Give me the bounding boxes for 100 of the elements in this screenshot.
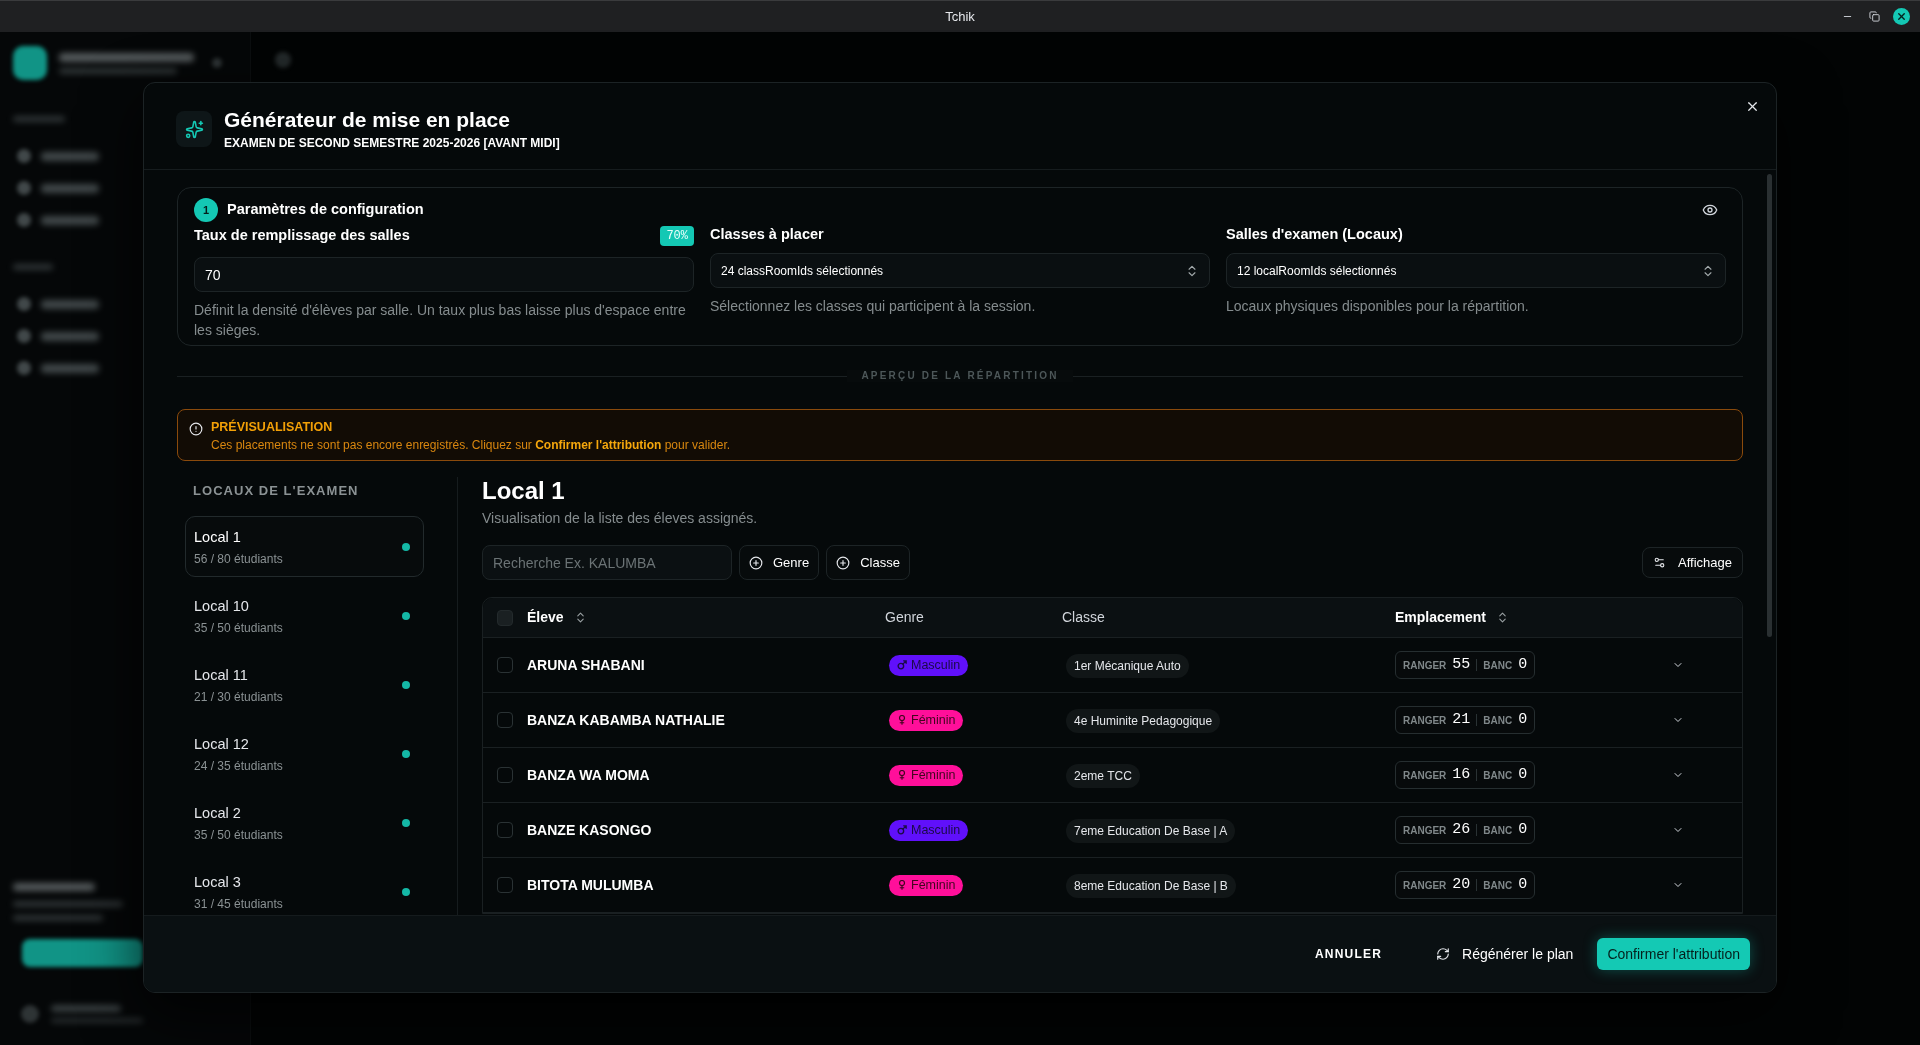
male-symbol-icon	[897, 825, 907, 835]
notice-message: Ces placements ne sont pas encore enregistrés. Cliquez sur Confirmer l'attribution pour valider.	[211, 437, 731, 453]
restore-icon	[1869, 11, 1880, 22]
blurred-text	[41, 151, 99, 161]
room-count: 35 / 50 étudiants	[194, 827, 283, 842]
blurred-icon	[17, 213, 31, 227]
field-label: Classes à placer	[710, 225, 825, 244]
room-count: 21 / 30 étudiants	[194, 689, 283, 704]
blurred-icon	[275, 52, 291, 68]
room-name: Local 2	[194, 803, 242, 822]
row-label: RANGER	[1403, 823, 1447, 838]
gender-badge: Masculin	[889, 654, 969, 676]
blurred-text	[41, 183, 99, 193]
scrollbar[interactable]	[1767, 174, 1772, 637]
room-name: Local 3	[194, 872, 242, 891]
close-button[interactable]	[1893, 8, 1910, 25]
gender-badge: Féminin	[889, 709, 964, 731]
plus-circle-icon	[836, 555, 851, 570]
class-tag: 8eme Education De Base | B	[1066, 873, 1236, 898]
fill-rate-input[interactable]: 70	[194, 257, 694, 292]
refresh-icon	[1436, 947, 1451, 961]
dialog-subtitle: EXAMEN DE SECOND SEMESTRE 2025-2026 [AVANT MIDI]	[224, 135, 560, 151]
bench-number: 0	[1518, 709, 1528, 730]
confirm-button[interactable]: Confirmer l'attribution	[1597, 938, 1750, 970]
logo-icon	[13, 46, 47, 80]
checkbox[interactable]	[497, 657, 513, 673]
blurred-text	[41, 215, 99, 225]
gender-badge: Masculin	[889, 819, 969, 841]
help-text: Sélectionnez les classes qui participent à la session.	[710, 297, 1037, 316]
filter-button[interactable]: Classe	[826, 545, 910, 580]
step-number: 1	[194, 198, 218, 222]
blurred-button[interactable]	[22, 939, 143, 967]
room-name: Local 10	[194, 596, 250, 615]
room-item[interactable]: Local 2 35 / 50 étudiants	[185, 792, 424, 853]
help-text: Locaux physiques disponibles pour la répartition.	[1226, 297, 1530, 316]
blurred-icon	[17, 149, 31, 163]
female-symbol-icon	[897, 880, 907, 890]
plus-circle-icon	[749, 555, 763, 570]
blurred-icon	[212, 58, 222, 68]
blurred-text	[41, 299, 99, 309]
display-button[interactable]: Affichage	[1642, 547, 1743, 578]
class-tag: 2eme TCC	[1066, 763, 1140, 788]
student-name: ARUNA SHABANI	[527, 655, 646, 675]
checkbox[interactable]	[497, 877, 513, 893]
column-header: Genre	[885, 608, 924, 627]
checkbox[interactable]	[497, 609, 513, 626]
row-number: 21	[1452, 709, 1471, 730]
blurred-icon	[17, 361, 31, 375]
class-tag: 1er Mécanique Auto	[1066, 653, 1189, 678]
female-symbol-icon	[897, 715, 907, 725]
class-tag: 4e Huminite Pedagogique	[1066, 708, 1221, 733]
column-header[interactable]: Éleve	[527, 607, 564, 628]
room-title: Local 1	[482, 477, 566, 505]
bench-number: 0	[1518, 819, 1528, 840]
student-name: BITOTA MULUMBA	[527, 875, 655, 895]
multi-select[interactable]: 12 localRoomIds sélectionnés	[1226, 253, 1726, 288]
row-label: RANGER	[1403, 878, 1447, 893]
blurred-text	[41, 331, 99, 341]
checkbox[interactable]	[497, 822, 513, 838]
rooms-heading: LOCAUX DE L'EXAMEN	[192, 483, 360, 499]
room-item[interactable]: Local 12 24 / 35 étudiants	[185, 723, 424, 784]
room-item[interactable]: Local 10 35 / 50 étudiants	[185, 585, 424, 646]
room-count: 56 / 80 étudiants	[194, 551, 283, 566]
restore-button[interactable]	[1866, 8, 1883, 25]
regenerate-button[interactable]: Régénérer le plan	[1426, 938, 1584, 970]
section-title: Paramètres de configuration	[227, 200, 424, 220]
room-item[interactable]: Local 1 56 / 80 étudiants	[185, 516, 424, 577]
bench-number: 0	[1518, 764, 1528, 785]
filter-button[interactable]: Genre	[739, 545, 820, 580]
sliders-icon	[1653, 556, 1667, 569]
search-field[interactable]: Recherche Ex. KALUMBA	[482, 545, 732, 580]
blurred-icon	[17, 181, 31, 195]
blurred-text	[51, 1005, 121, 1012]
blurred-icon	[17, 329, 31, 343]
room-name: Local 1	[194, 527, 242, 546]
blurred-text	[13, 264, 53, 270]
field-label: Taux de remplissage des salles	[194, 226, 410, 246]
cancel-button[interactable]: ANNULER	[1305, 938, 1393, 970]
dialog-title: Générateur de mise en place	[224, 107, 511, 133]
room-count: 35 / 50 étudiants	[194, 620, 283, 635]
alert-icon	[189, 422, 203, 436]
percentage-badge: 70%	[660, 226, 694, 246]
room-item[interactable]: Local 11 21 / 30 étudiants	[185, 654, 424, 715]
field-label: Salles d'examen (Locaux)	[1226, 225, 1404, 244]
blurred-text	[41, 363, 99, 373]
room-subtitle: Visualisation de la liste des éleves assignés.	[482, 509, 759, 528]
checkbox[interactable]	[497, 767, 513, 783]
bench-label: BANC	[1483, 823, 1513, 838]
row-number: 55	[1452, 654, 1471, 675]
row-number: 26	[1452, 819, 1471, 840]
student-name: BANZE KASONGO	[527, 820, 653, 840]
column-header[interactable]: Emplacement	[1395, 607, 1487, 628]
row-number: 16	[1452, 764, 1471, 785]
checkbox[interactable]	[497, 712, 513, 728]
bench-number: 0	[1518, 874, 1528, 895]
room-name: Local 12	[194, 734, 250, 753]
eye-icon[interactable]	[1702, 202, 1718, 218]
multi-select[interactable]: 24 classRoomIds sélectionnés	[710, 253, 1210, 288]
blurred-icon	[17, 297, 31, 311]
student-name: BANZA WA MOMA	[527, 765, 651, 785]
